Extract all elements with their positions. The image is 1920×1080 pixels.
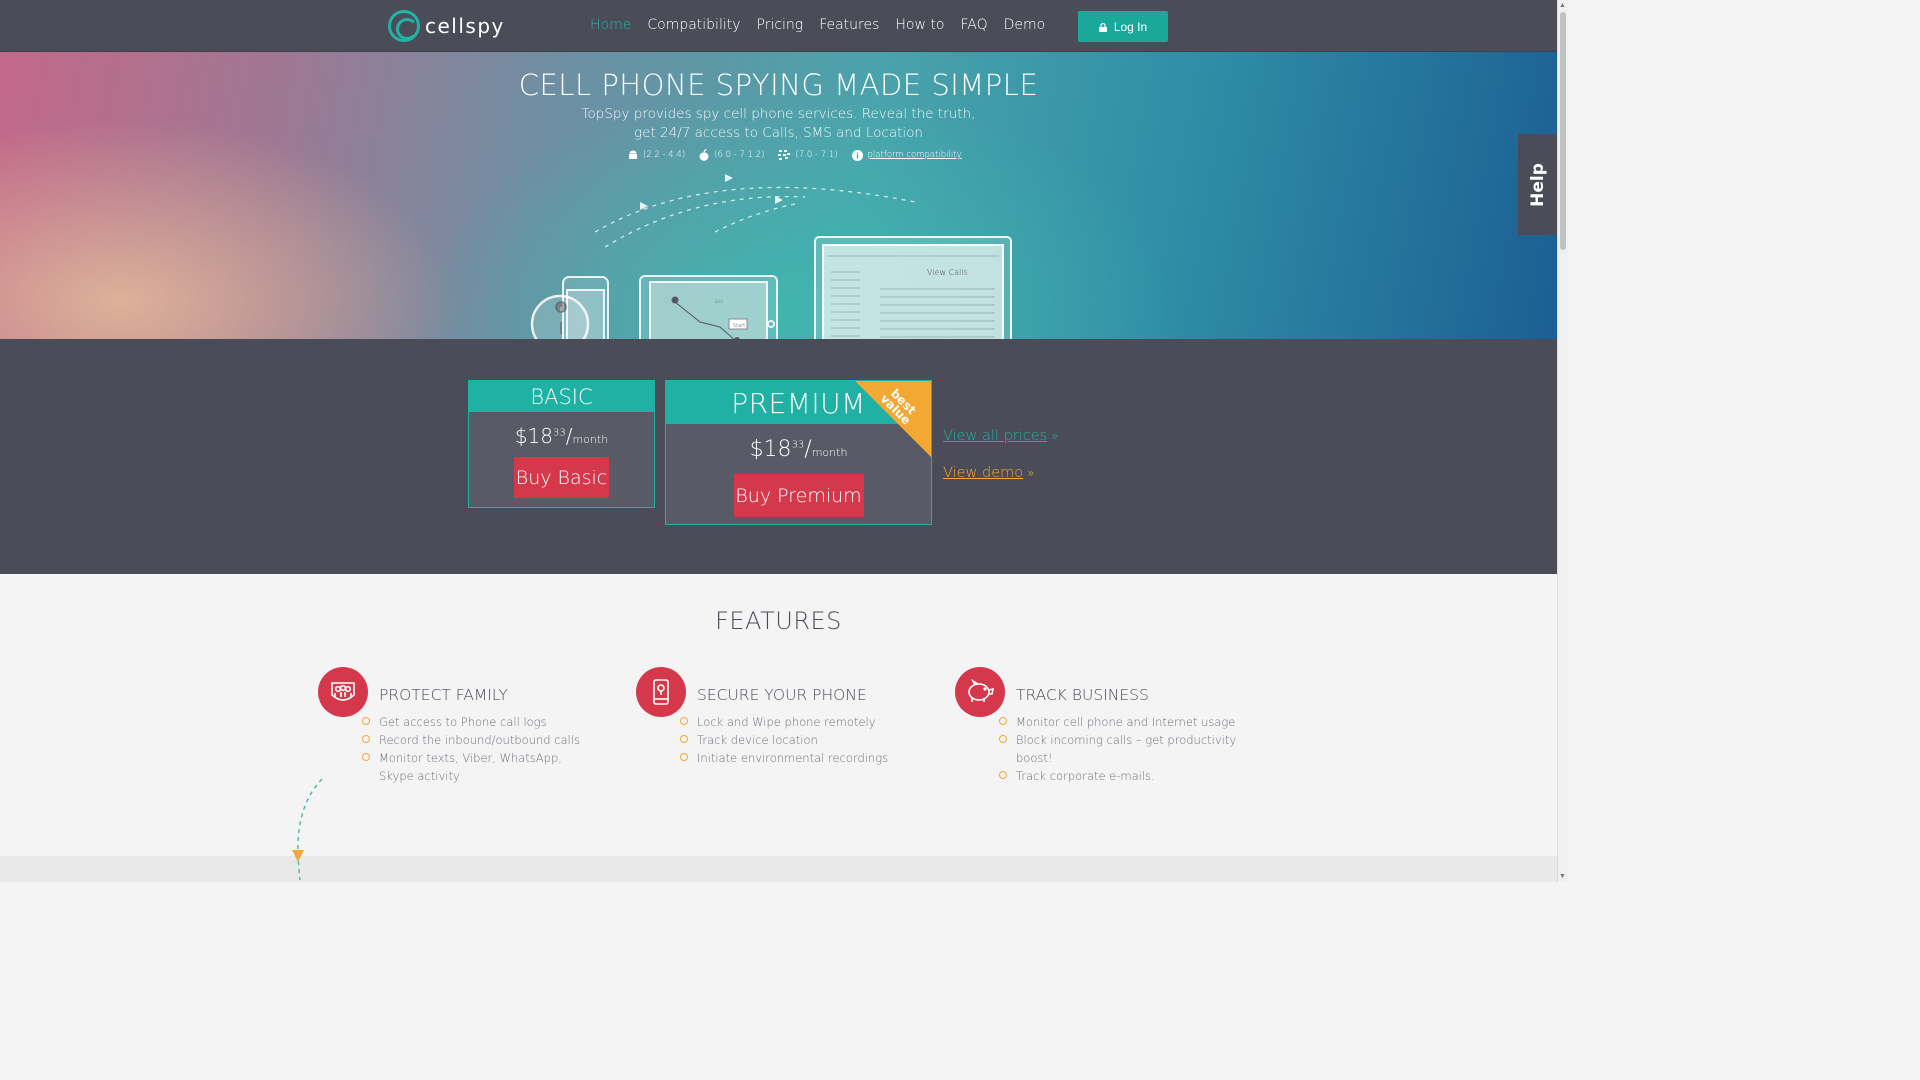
help-label: Help (1528, 162, 1549, 207)
scroll-up-icon[interactable]: ▲ (1559, 1, 1566, 9)
features-title: FEATURES (715, 607, 842, 635)
plan-card-basic: BASIC $1833/month Buy Basic (468, 380, 655, 508)
nav-how-to[interactable]: How to (895, 17, 944, 33)
laptop-title: View Calls (927, 268, 968, 277)
list-item: Track corporate e-mails. (999, 767, 1259, 785)
platform-android-range: (2.2 - 4.4) (643, 150, 686, 160)
buy-basic-button[interactable]: Buy Basic (514, 457, 609, 498)
login-button[interactable]: Log In (1078, 11, 1168, 42)
nav-home[interactable]: Home (590, 17, 631, 33)
nav-compatibility[interactable]: Compatibility (647, 17, 740, 33)
page-scrollbar[interactable]: ▲ ▼ (1557, 0, 1568, 882)
view-demo-link[interactable]: View demo (943, 465, 1023, 481)
main-nav: Home Compatibility Pricing Features How … (590, 17, 1045, 33)
apple-icon (699, 149, 709, 161)
list-item: Initiate environmental recordings (680, 749, 940, 767)
phone-lock-icon (636, 667, 686, 717)
list-item: Block incoming calls – get productivity … (999, 731, 1259, 767)
platform-compatibility-link[interactable]: platform compatibility (868, 150, 962, 160)
nav-demo[interactable]: Demo (1004, 17, 1046, 33)
platform-blackberry-range: (7.0 - 7.1) (795, 150, 838, 160)
feature-bullets: Lock and Wipe phone remotely Track devic… (680, 713, 940, 767)
info-icon (851, 149, 863, 161)
buy-premium-button[interactable]: Buy Premium (733, 474, 864, 517)
piggy-bank-icon (955, 667, 1005, 717)
double-chevron-right-icon: » (1027, 466, 1035, 480)
scroll-down-icon[interactable]: ▼ (1559, 872, 1566, 880)
nav-faq[interactable]: FAQ (960, 17, 987, 33)
feature-title: TRACK BUSINESS (1016, 686, 1149, 704)
list-item: Monitor cell phone and Internet usage (999, 713, 1259, 731)
feature-title: PROTECT FAMILY (379, 686, 508, 704)
map-small-label: 023 (715, 299, 723, 304)
logo-text: cellspy (425, 14, 505, 38)
scroll-thumb[interactable] (1560, 12, 1566, 250)
blackberry-icon (778, 150, 791, 160)
hero-title: CELL PHONE SPYING MADE SIMPLE (518, 68, 1039, 102)
double-chevron-right-icon: » (1051, 429, 1059, 443)
plan-basic-price: $1833/month (514, 424, 609, 448)
platform-ios: (6.0 - 7.1.2) (699, 149, 764, 161)
feature-title: SECURE YOUR PHONE (697, 686, 867, 704)
list-item: Record the inbound/outbound calls (362, 731, 622, 749)
top-navbar: cellspy Home Compatibility Pricing Featu… (0, 0, 1557, 52)
pricing-section: BASIC $1833/month Buy Basic PREMIUM best… (0, 339, 1557, 574)
pricing-side-links: View all prices » View demo » (943, 425, 1059, 481)
hero-subtitle-line1: TopSpy provides spy cell phone services.… (581, 106, 976, 122)
list-item: Lock and Wipe phone remotely (680, 713, 940, 731)
plan-basic-name: BASIC (469, 381, 654, 412)
list-item: Get access to Phone call logs (362, 713, 622, 731)
nav-features[interactable]: Features (819, 17, 879, 33)
platform-compatibility: platform compatibility (851, 149, 962, 161)
feature-bullets: Monitor cell phone and Internet usage Bl… (999, 713, 1259, 785)
list-item: Monitor texts, Viber, WhatsApp, Skype ac… (362, 749, 577, 785)
feature-bullets: Get access to Phone call logs Record the… (362, 713, 622, 785)
hero-section: CELL PHONE SPYING MADE SIMPLE TopSpy pro… (0, 52, 1557, 378)
hero-subtitle: TopSpy provides spy cell phone services.… (0, 105, 1557, 143)
next-section-strip (0, 856, 1557, 882)
lock-icon (1098, 23, 1107, 32)
login-label: Log In (1113, 19, 1148, 34)
map-start-label: Start (733, 323, 745, 329)
nav-pricing[interactable]: Pricing (757, 17, 804, 33)
android-icon (629, 150, 637, 159)
list-item: Track device location (680, 731, 940, 749)
help-tab[interactable]: Help (1518, 134, 1558, 235)
platform-blackberry: (7.0 - 7.1) (778, 150, 838, 160)
hero-subtitle-line2: get 24/7 access to Calls, SMS and Locati… (634, 125, 923, 141)
platform-android: (2.2 - 4.4) (628, 150, 685, 161)
plan-card-premium: PREMIUM best value $1833/month Buy Premiu… (665, 380, 932, 525)
dashed-arrow-decoration (292, 778, 323, 881)
family-icon (318, 667, 368, 717)
features-section: FEATURES PROTECT FAMILY Get access to Ph… (0, 574, 1557, 856)
view-all-prices-link[interactable]: View all prices (943, 428, 1047, 444)
logo[interactable]: cellspy (388, 10, 505, 42)
platform-list: (2.2 - 4.4) (6.0 - 7.1.2) (7.0 - 7.1) pl… (628, 149, 962, 161)
platform-ios-range: (6.0 - 7.1.2) (714, 150, 765, 160)
logo-icon (388, 10, 420, 42)
